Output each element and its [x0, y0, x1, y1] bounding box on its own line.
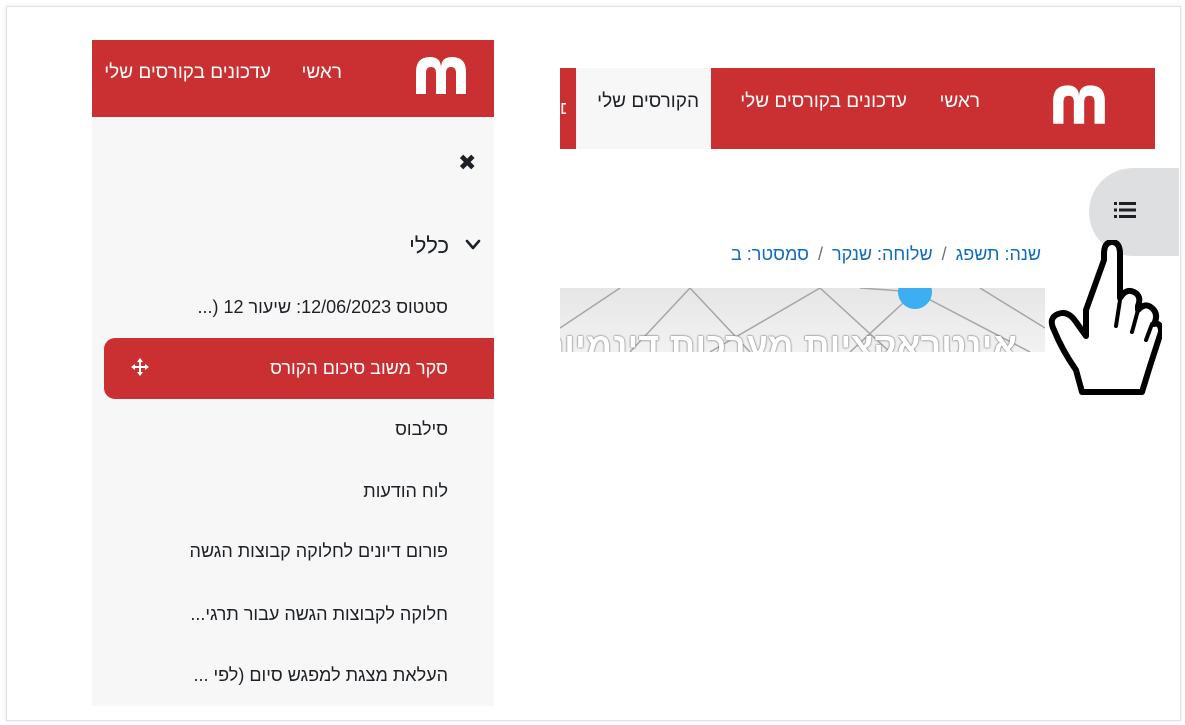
- course-index-drawer: ראשי עדכונים בקורסים שלי ✖ כללי סטטוס 12…: [92, 40, 494, 706]
- moodle-m-logo-icon[interactable]: [1049, 82, 1109, 124]
- course-index-item[interactable]: סטטוס 12/06/2023: שיעור 12 (...: [197, 297, 448, 318]
- list-icon: [1114, 202, 1136, 218]
- nav-home-link[interactable]: ראשי: [301, 62, 342, 84]
- nav-updates-link[interactable]: עדכונים בקורסים שלי: [104, 62, 271, 84]
- breadcrumb-separator: /: [941, 244, 947, 264]
- move-icon[interactable]: [131, 358, 149, 376]
- course-index-item[interactable]: לוח הודעות: [363, 481, 448, 502]
- nav-overflow-edge: ם: [560, 98, 566, 120]
- nav-home-link[interactable]: ראשי: [939, 91, 980, 113]
- breadcrumb-separator: /: [817, 244, 823, 264]
- close-icon[interactable]: ✖: [458, 150, 476, 176]
- nav-updates-link[interactable]: עדכונים בקורסים שלי: [740, 91, 907, 113]
- nav-my-courses-tab[interactable]: הקורסים שלי: [576, 68, 711, 149]
- course-index-item[interactable]: העלאת מצגת למפגש סיום (לפי ...: [194, 665, 449, 686]
- breadcrumb-semester[interactable]: סמסטר: ב: [731, 244, 809, 264]
- hand-pointer-cursor-icon: [1048, 240, 1162, 395]
- breadcrumb-year[interactable]: שנה: תשפג: [956, 244, 1041, 264]
- drawer-navbar: ראשי עדכונים בקורסים שלי: [92, 40, 494, 117]
- breadcrumb: שנה: תשפג / שלוחה: שנקר / סמסטר: ב: [731, 244, 1041, 265]
- course-index-item-active[interactable]: סקר משוב סיכום הקורס: [104, 338, 494, 399]
- course-index-item[interactable]: פורום דיונים לחלוקה קבוצות הגשה: [190, 541, 448, 562]
- chevron-down-icon[interactable]: [465, 238, 481, 252]
- course-banner: אינטראקציות מערכות דינמיות: [560, 288, 1045, 352]
- course-title: אינטראקציות מערכות דינמיות: [560, 325, 1017, 352]
- breadcrumb-branch[interactable]: שלוחה: שנקר: [832, 244, 933, 264]
- section-title-general[interactable]: כללי: [409, 233, 449, 259]
- course-index-item[interactable]: סילבוס: [395, 419, 448, 440]
- course-navbar: ם הקורסים שלי עדכונים בקורסים שלי ראשי: [560, 68, 1155, 149]
- course-index-item[interactable]: חלוקה לקבוצות הגשה עבור תרגי...: [190, 604, 448, 625]
- moodle-m-logo-icon[interactable]: [412, 54, 470, 94]
- nav-my-courses-label: הקורסים שלי: [597, 91, 699, 112]
- course-index-item-label: סקר משוב סיכום הקורס: [270, 358, 448, 378]
